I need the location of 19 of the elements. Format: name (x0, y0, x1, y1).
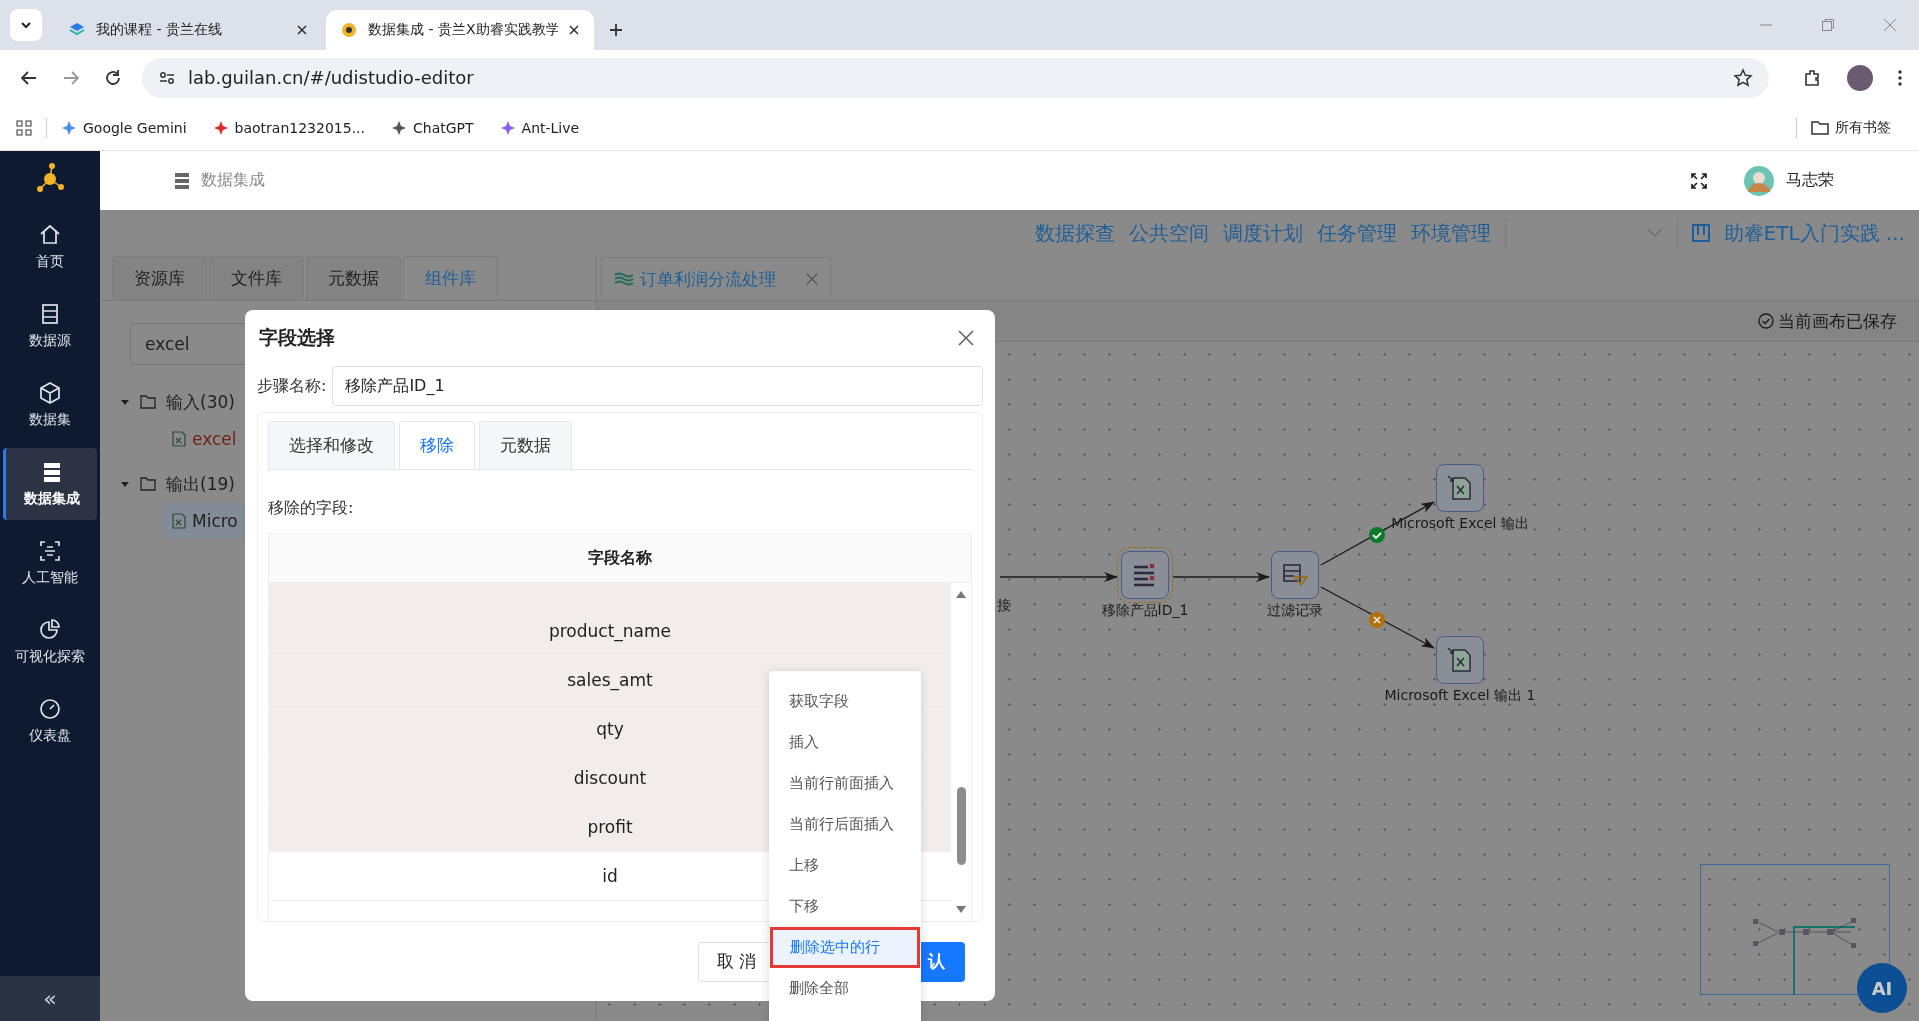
node-label: 接 (997, 597, 1011, 615)
section-label: 移除的字段: (268, 498, 355, 519)
editor-tab-title: 订单利润分流处理 (640, 267, 777, 291)
bookmark-label: Ant-Live (521, 119, 580, 136)
page-title: 数据集成 (201, 170, 265, 191)
url-text: lab.guilan.cn/#/udistudio-editor (188, 67, 474, 88)
bookmark-label: ChatGPT (413, 119, 474, 136)
node-label: 过滤记录 (1267, 602, 1323, 620)
save-status: 当前画布已保存 (1778, 309, 1897, 333)
tab-title: 我的课程 - 贵兰在线 (96, 21, 223, 39)
dialog-title: 字段选择 (259, 325, 335, 350)
column-header: 字段名称 (269, 534, 971, 583)
tab-title: 数据集成 - 贵兰X助睿实践教学 (368, 21, 558, 39)
bookmark-label: Google Gemini (83, 119, 187, 136)
node-label: Microsoft Excel 输出 (1391, 515, 1529, 533)
node-label: 移除产品ID_1 (1101, 602, 1189, 620)
bookmark-label: 所有书签 (1835, 118, 1891, 137)
node-label: Microsoft Excel 输出 1 (1384, 687, 1536, 705)
field-label: 步骤名称: (257, 375, 327, 397)
